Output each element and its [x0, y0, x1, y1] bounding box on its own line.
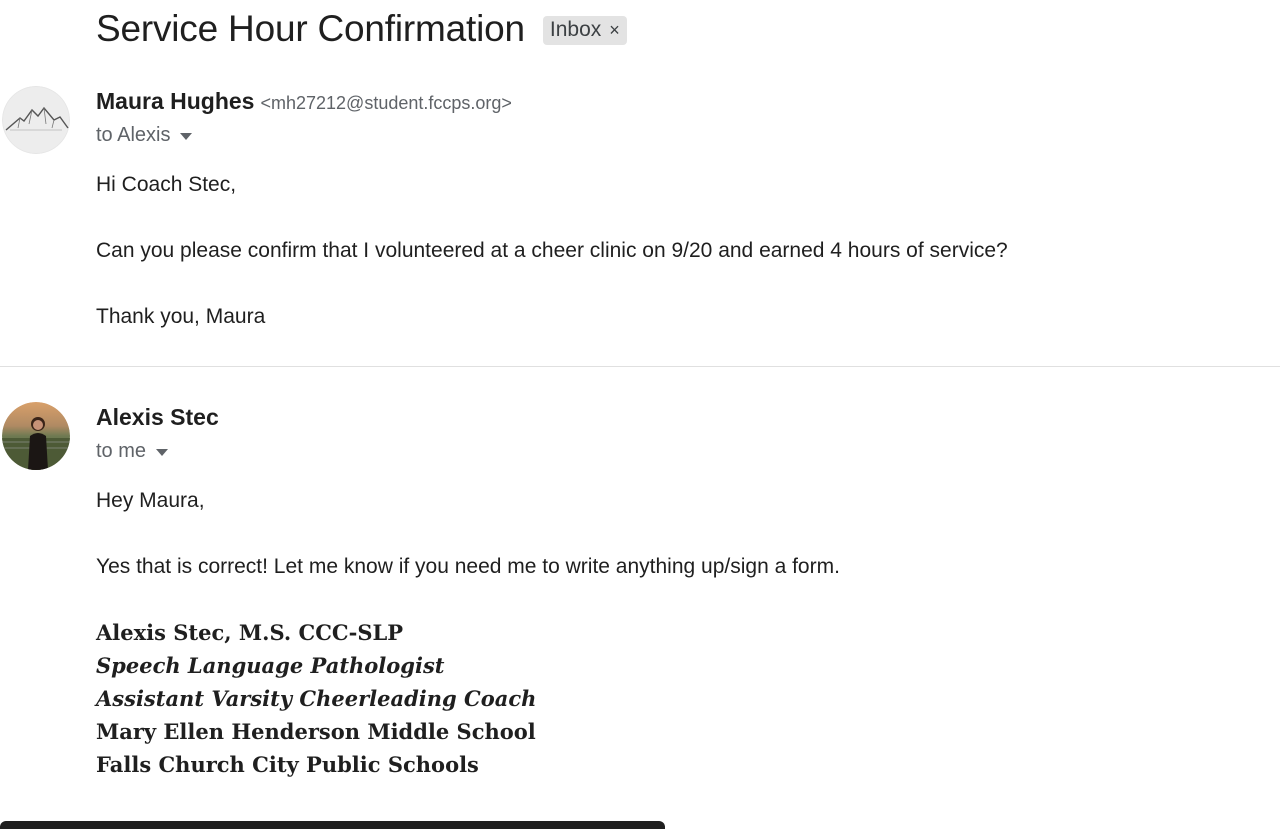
sender-line: Maura Hughes <mh27212@student.fccps.org> — [96, 88, 512, 115]
signature-district: Falls Church City Public Schools — [96, 752, 479, 777]
recipient-details-dropdown-icon[interactable] — [156, 449, 169, 456]
recipient-text: to me — [96, 440, 147, 462]
profile-photo-avatar-icon — [2, 402, 70, 470]
recipient-line[interactable]: to Alexis — [96, 124, 193, 147]
sender-line: Alexis Stec — [96, 404, 219, 431]
message-body: Hi Coach Stec, Can you please confirm th… — [96, 168, 1246, 333]
signature-name: Alexis Stec, M.S. CCC-SLP — [96, 620, 404, 645]
inbox-label-chip[interactable]: Inbox × — [542, 15, 627, 45]
sender-email: <mh27212@student.fccps.org> — [260, 93, 512, 113]
recipient-details-dropdown-icon[interactable] — [180, 133, 193, 140]
message-body: Hey Maura, Yes that is correct! Let me k… — [96, 484, 1246, 781]
avatar[interactable] — [2, 86, 70, 154]
signature-title: Speech Language Pathologist — [96, 653, 445, 678]
signature-school: Mary Ellen Henderson Middle School — [96, 719, 536, 744]
signature-role: Assistant Varsity Cheerleading Coach — [96, 686, 537, 711]
sender-name[interactable]: Alexis Stec — [96, 404, 219, 431]
email-signature: Alexis Stec, M.S. CCC-SLP Speech Languag… — [96, 616, 1246, 781]
body-line: Hey Maura, — [96, 489, 205, 512]
recipient-text: to Alexis — [96, 124, 171, 146]
body-line: Yes that is correct! Let me know if you … — [96, 555, 840, 578]
remove-label-icon[interactable]: × — [609, 21, 620, 39]
body-line: Thank you, Maura — [96, 305, 266, 328]
message-divider — [0, 366, 1280, 367]
label-chip-text: Inbox — [549, 18, 602, 41]
sender-name[interactable]: Maura Hughes — [96, 88, 254, 115]
subject-row: Service Hour Confirmation Inbox × — [96, 6, 627, 52]
avatar[interactable] — [2, 402, 70, 470]
mountain-avatar-icon — [2, 86, 70, 154]
email-thread-view: Service Hour Confirmation Inbox × Maura … — [0, 0, 1280, 829]
body-line: Hi Coach Stec, — [96, 173, 237, 196]
recipient-line[interactable]: to me — [96, 440, 169, 463]
body-line: Can you please confirm that I volunteere… — [96, 239, 1008, 262]
bottom-toolbar-edge — [0, 821, 665, 829]
email-subject: Service Hour Confirmation — [96, 8, 525, 49]
